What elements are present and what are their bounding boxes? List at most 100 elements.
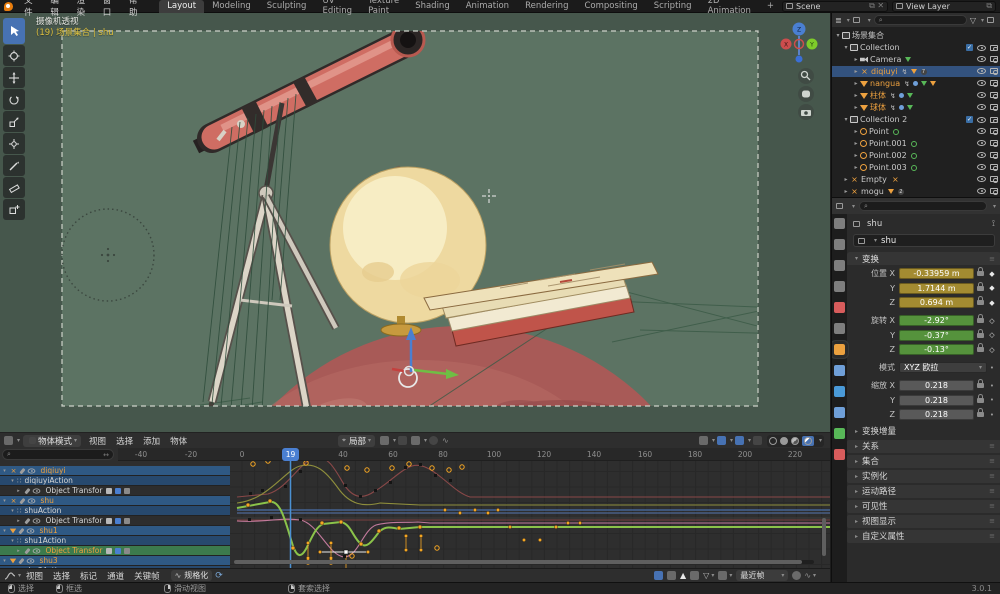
properties-type-icon[interactable] [836,203,843,209]
show-visibility-icon[interactable] [699,436,708,445]
proportional-edit-icon[interactable] [429,436,438,445]
channel-search-input[interactable]: ⌕↔ [2,449,114,460]
outliner-row-point001[interactable]: ▸Point.001 [832,138,1000,149]
keyframe-icon[interactable]: ◆ [987,270,997,278]
scale-x-input[interactable]: 0.218 [899,380,974,391]
render-camera-icon[interactable] [990,68,998,74]
section-relations[interactable]: ▸关系≡ [847,440,1000,453]
graph-menu-key[interactable]: 关键帧 [134,570,160,582]
graph-menu-channel[interactable]: 通道 [107,570,124,582]
tab-constraints[interactable] [834,407,845,418]
lock-icon[interactable] [977,318,984,323]
tab-world[interactable] [834,323,845,334]
3d-viewport-canvas[interactable]: X Y Z [0,13,830,432]
section-motion-paths[interactable]: ▸运动路径≡ [847,485,1000,498]
outliner-row-collection[interactable]: ▾Collection ✓ [832,42,1000,53]
3d-viewport[interactable]: X Y Z 摄像机透视 (19) 场景集合 | shu [0,13,830,448]
orientation-dropdown[interactable]: ⌖ 局部▾ [338,435,375,447]
box-select-icon[interactable] [667,571,676,580]
outliner-row-qiuti[interactable]: ▸球体 ↯ [832,102,1000,113]
hide-eye-icon[interactable] [977,45,986,51]
render-camera-icon[interactable] [990,164,998,170]
viewport-menu-add[interactable]: 添加 [143,435,160,447]
tab-rendering[interactable]: Rendering [517,0,576,13]
render-camera-icon[interactable] [990,140,998,146]
render-camera-icon[interactable] [990,152,998,158]
snap-magnet-icon[interactable] [398,436,407,445]
hide-eye-icon[interactable] [977,104,986,110]
rotation-x-input[interactable]: -2.92° [899,315,974,326]
keyframe-icon[interactable]: ◆ [987,299,997,307]
channel-object-transform-1[interactable]: ▸Object Transfor [0,486,230,496]
channel-shu3[interactable]: ▾shu3 [0,556,230,566]
menu-render[interactable]: 渲染 [71,0,97,18]
hide-eye-icon[interactable] [977,188,986,194]
tool-cursor[interactable] [3,45,25,66]
collection-checkbox[interactable]: ✓ [966,44,973,51]
tool-measure[interactable] [3,177,25,198]
tab-output[interactable] [834,260,845,271]
current-frame-indicator[interactable]: 19 [282,448,299,461]
transform-panel-header[interactable]: ▾变换 ≡ [847,252,1000,265]
outliner-search-input[interactable]: ⌕ [874,15,967,25]
section-instancing[interactable]: ▸实例化≡ [847,470,1000,483]
viewport-nav-buttons[interactable] [798,68,814,120]
graph-editor-icon[interactable] [4,571,16,581]
hide-eye-icon[interactable] [977,152,986,158]
tool-select-box[interactable] [3,18,25,44]
viewport-menu-select[interactable]: 选择 [116,435,133,447]
hide-eye-icon[interactable] [977,128,986,134]
menu-help[interactable]: 帮助 [123,0,149,18]
filter-icon[interactable]: ▽ [703,571,709,580]
proportional-edit-icon[interactable] [792,571,801,580]
outliner-display-icon[interactable] [853,17,860,23]
pivot-point-icon[interactable] [380,436,389,445]
tab-render[interactable] [834,239,845,250]
lock-icon[interactable] [977,412,984,417]
falloff-icon[interactable]: ∿ [804,571,811,580]
add-workspace-button[interactable]: + [759,0,782,13]
falloff-icon[interactable]: ∿ [442,436,449,445]
section-collections[interactable]: ▸集合≡ [847,455,1000,468]
tab-2d-animation[interactable]: 2D Animation [700,0,759,13]
scene-selector[interactable]: Scene ⧉ ✕ [782,1,888,12]
render-camera-icon[interactable] [990,128,998,134]
tool-annotate[interactable] [3,155,25,176]
shading-rendered-icon[interactable] [802,436,814,446]
hide-eye-icon[interactable] [977,56,986,62]
hide-eye-icon[interactable] [977,68,986,74]
hide-eye-icon[interactable] [977,176,986,182]
graph-menu-select[interactable]: 选择 [53,570,70,582]
section-visibility[interactable]: ▸可见性≡ [847,500,1000,513]
channel-diqiuyi[interactable]: ▾⨯diqiuyi [0,466,230,476]
graph-editor[interactable]: -40 -20 0 40 60 80 100 120 140 160 180 2… [0,448,830,568]
outliner-filter-icon[interactable]: ▽ [970,16,976,25]
frame-icon[interactable] [690,571,699,580]
outliner-row-point003[interactable]: ▸Point.003 [832,162,1000,173]
lock-icon[interactable] [977,383,984,388]
tab-material[interactable] [834,449,845,460]
shading-material-icon[interactable] [791,437,799,445]
tweak-tool-icon[interactable] [654,571,663,580]
viewport-menu-view[interactable]: 视图 [89,435,106,447]
section-viewport-display[interactable]: ▸视图显示≡ [847,515,1000,528]
graph-menu-view[interactable]: 视图 [26,570,43,582]
hide-eye-icon[interactable] [977,117,986,123]
refresh-icon[interactable]: ⟳ [215,571,223,581]
keyframe-icon[interactable]: ◆ [987,284,997,292]
tool-rotate[interactable] [3,89,25,110]
lock-icon[interactable] [977,333,984,338]
render-camera-icon[interactable] [990,56,998,62]
tab-layout[interactable]: Layout [159,0,204,13]
render-camera-icon[interactable] [990,117,998,123]
section-custom-properties[interactable]: ▸自定义属性≡ [847,530,1000,543]
shading-solid-icon[interactable] [780,437,788,445]
graph-menu-marker[interactable]: 标记 [80,570,97,582]
collection-checkbox[interactable]: ✓ [966,116,973,123]
tab-object[interactable] [834,344,845,355]
tab-shading[interactable]: Shading [407,0,458,13]
menu-edit[interactable]: 编辑 [44,0,70,18]
viewport-menu-object[interactable]: 物体 [170,435,187,447]
lock-icon[interactable] [977,347,984,352]
outliner-row-point002[interactable]: ▸Point.002 [832,150,1000,161]
